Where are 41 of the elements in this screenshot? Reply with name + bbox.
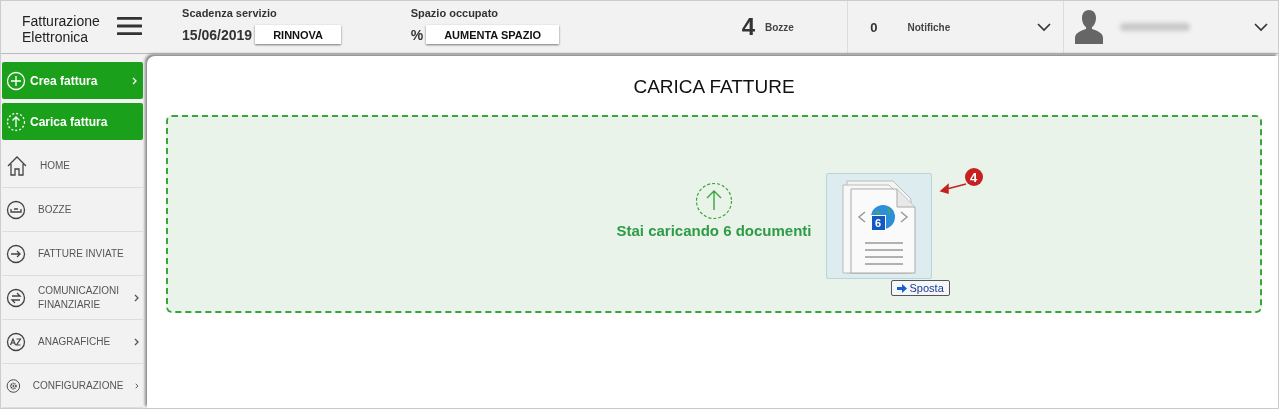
sidebar-item[interactable]: BOZZE — [2, 188, 143, 232]
sidebar-item[interactable]: HOME — [2, 144, 143, 188]
service-label: Scadenza servizio — [182, 7, 278, 19]
home-icon — [6, 154, 28, 177]
chevron-right-icon — [132, 76, 137, 85]
space-label: Spazio occupato — [410, 7, 500, 19]
chevron-down-icon[interactable] — [1037, 22, 1052, 32]
callout-arrow — [938, 182, 967, 194]
arrow-right-icon — [896, 283, 907, 293]
blurred-username — [1120, 23, 1191, 31]
menu-icon[interactable] — [117, 16, 143, 36]
notifications-count: 0 — [870, 19, 878, 35]
user-avatar-icon[interactable] — [1074, 8, 1105, 46]
service-date: 15/06/2019 — [182, 26, 253, 43]
chevron-right-icon — [134, 293, 139, 302]
arrow-right-icon — [6, 243, 26, 264]
sidebar-item[interactable]: COMUNICAZIONI FINANZIARIE — [2, 276, 143, 320]
increase-space-button[interactable]: AUMENTA SPAZIO — [426, 25, 560, 44]
upload-dropzone[interactable]: Stai caricando 6 documenti 6 Sposta 4 — [166, 115, 1262, 313]
sidebar-item[interactable]: CONFIGURAZIONE — [2, 364, 143, 408]
upload-icon — [6, 111, 26, 132]
chevron-down-icon[interactable] — [1254, 22, 1268, 32]
drafts-count: 4 — [741, 13, 755, 41]
move-label: Sposta — [909, 282, 944, 294]
renew-button[interactable]: RINNOVA — [255, 25, 342, 44]
drafts-label: Bozze — [765, 21, 794, 33]
app-logo: Fatturazione Elettronica — [21, 12, 101, 47]
sidebar-item[interactable]: FATTURE INVIATE — [2, 232, 143, 276]
notifications-label: Notifiche — [907, 21, 952, 33]
callout-badge: 4 — [964, 168, 983, 186]
chevron-right-icon — [134, 337, 139, 346]
az-icon — [6, 331, 26, 352]
chevron-right-icon — [135, 381, 139, 390]
tray-icon — [6, 199, 26, 220]
space-value: % — [410, 26, 424, 43]
sidebar-item[interactable]: ANAGRAFICHE — [2, 320, 143, 364]
upload-icon — [695, 181, 733, 220]
plus-circle-icon — [6, 70, 26, 91]
upload-message: Stai caricando 6 documenti — [616, 221, 812, 239]
exchange-icon — [6, 287, 26, 308]
page-title: CARICA FATTURE — [633, 76, 795, 98]
